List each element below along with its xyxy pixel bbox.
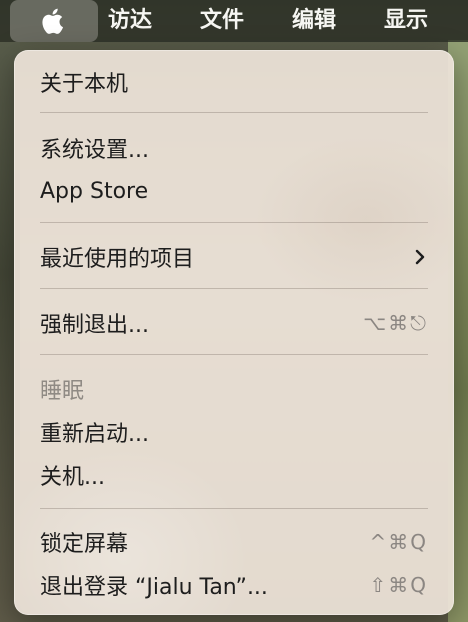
separator	[40, 222, 428, 223]
menu-item-app-store[interactable]: App Store	[14, 171, 454, 211]
menu-item-lock-screen[interactable]: 锁定屏幕 ^⌘Q	[14, 522, 454, 562]
separator	[40, 288, 428, 289]
menu-item-label: 重新启动...	[40, 422, 149, 447]
separator	[40, 508, 428, 509]
menu-item-label: 强制退出...	[40, 313, 149, 338]
menu-item-label: 系统设置...	[40, 138, 149, 163]
menubar-file[interactable]: 文件	[200, 0, 244, 42]
menu-item-shutdown[interactable]: 关机...	[14, 455, 454, 495]
menu-item-label: 关机...	[40, 465, 105, 490]
menu-item-sleep: 睡眠	[14, 369, 454, 409]
menu-item-label: 关于本机	[40, 72, 129, 97]
menu-item-recent-items[interactable]: 最近使用的项目	[14, 237, 454, 277]
chevron-right-icon	[415, 249, 425, 265]
separator	[40, 354, 428, 355]
menu-bar: 访达 文件 编辑 显示	[0, 0, 468, 42]
menu-item-label: 最近使用的项目	[40, 247, 195, 272]
shortcut-lock-screen: ^⌘Q	[369, 530, 428, 554]
menu-item-about[interactable]: 关于本机	[14, 62, 454, 102]
menubar-finder[interactable]: 访达	[108, 0, 152, 42]
apple-logo-icon	[42, 8, 63, 34]
menu-item-label: 锁定屏幕	[40, 532, 129, 557]
menu-item-label: 睡眠	[40, 379, 85, 404]
shortcut-force-quit: ⌥⌘⎋	[363, 311, 428, 335]
separator	[40, 112, 428, 113]
menu-item-force-quit[interactable]: 强制退出... ⌥⌘⎋	[14, 303, 454, 343]
menu-item-restart[interactable]: 重新启动...	[14, 412, 454, 452]
shortcut-logout: ⇧⌘Q	[369, 573, 428, 597]
apple-menu-button[interactable]	[10, 0, 98, 42]
menu-item-label: App Store	[40, 178, 149, 204]
menu-item-label: 退出登录 “Jialu Tan”...	[40, 575, 268, 600]
menubar-edit[interactable]: 编辑	[292, 0, 336, 42]
apple-dropdown-menu: 关于本机 系统设置... App Store 最近使用的项目 强制退出... ⌥…	[14, 50, 454, 615]
menubar-view[interactable]: 显示	[384, 0, 428, 42]
menu-item-system-settings[interactable]: 系统设置...	[14, 128, 454, 168]
menu-item-logout[interactable]: 退出登录 “Jialu Tan”... ⇧⌘Q	[14, 565, 454, 605]
